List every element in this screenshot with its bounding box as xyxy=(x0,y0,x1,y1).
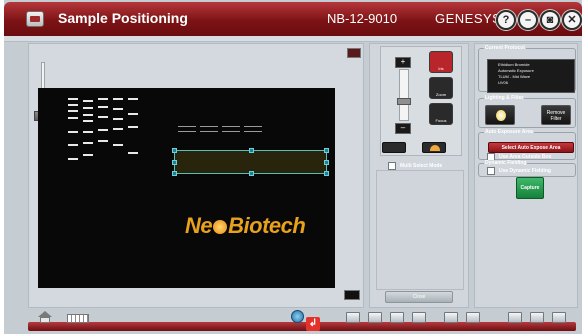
dynamic-fielding-title: Dynamic Fielding xyxy=(484,160,528,166)
help-button[interactable]: ? xyxy=(496,10,516,30)
exposure-group: Auto Exposure Area Select Auto Expose Ar… xyxy=(478,129,576,161)
edit-icon[interactable] xyxy=(444,312,458,323)
dynamic-fielding-group: Dynamic Fielding Use Dynamic Fielding xyxy=(478,160,576,177)
resize-handle[interactable] xyxy=(249,148,254,153)
light-bulb-icon xyxy=(496,110,506,121)
pen-icon[interactable] xyxy=(552,312,566,323)
app-logo-icon xyxy=(26,11,44,27)
exposure-title: Auto Exposure Area xyxy=(484,129,534,135)
preview-panel: Ne Biotech xyxy=(28,43,364,308)
resize-handle[interactable] xyxy=(324,148,329,153)
minimize-button[interactable]: – xyxy=(518,10,538,30)
capture-button[interactable]: Capture xyxy=(516,177,544,199)
resize-handle[interactable] xyxy=(249,171,254,176)
protocol-title: Current Protocol xyxy=(484,45,526,51)
globe-icon[interactable] xyxy=(291,310,304,323)
resize-handle[interactable] xyxy=(324,160,329,165)
camera-slider[interactable] xyxy=(397,69,411,121)
dynamic-fielding-label: Use Dynamic Fielding xyxy=(499,168,551,174)
document-icon[interactable] xyxy=(390,312,404,323)
home-icon[interactable] xyxy=(38,311,52,323)
close-window-button[interactable]: ✕ xyxy=(562,10,582,30)
iris-button[interactable]: Iris xyxy=(429,51,453,73)
export-arrow-icon[interactable]: ↲ xyxy=(306,317,320,331)
title-bar: Sample Positioning NB-12-9010 GENESYS ? … xyxy=(4,2,582,36)
leaf-icon xyxy=(213,220,228,234)
resize-handle[interactable] xyxy=(172,160,177,165)
settings-panel: Current Protocol Ethidium Bromide Automa… xyxy=(474,43,578,308)
fullscreen-button[interactable] xyxy=(344,290,360,300)
dynamic-fielding-option[interactable]: Use Dynamic Fielding xyxy=(487,167,551,175)
close-button[interactable]: Close xyxy=(385,291,453,303)
resize-handle[interactable] xyxy=(172,171,177,176)
protocol-list[interactable]: Ethidium Bromide Automatic Exposure TLUM… xyxy=(487,59,575,93)
report-icon[interactable] xyxy=(530,312,544,323)
selection-area-box[interactable] xyxy=(172,148,329,176)
gel-preview-image[interactable]: Ne Biotech xyxy=(38,88,335,288)
camera-controls: + – Iris Zoom Focus xyxy=(380,46,462,156)
brand-logo: GENESYS xyxy=(435,11,502,26)
gel-analysis-icon[interactable] xyxy=(508,312,522,323)
restore-button[interactable]: ◙ xyxy=(540,10,560,30)
gel-tray-icon[interactable] xyxy=(67,314,89,323)
focus-button[interactable]: Focus xyxy=(429,103,453,125)
slider-down-button[interactable]: – xyxy=(395,123,411,134)
camera-icon-button[interactable] xyxy=(382,142,406,153)
protocol-item: UV06 xyxy=(498,80,509,85)
remove-filter-button[interactable]: Remove Filter xyxy=(541,105,571,125)
slider-up-button[interactable]: + xyxy=(395,57,411,68)
zoom-button[interactable]: Zoom xyxy=(429,77,453,99)
light-toggle-button[interactable] xyxy=(485,105,515,125)
company-watermark-logo: Ne Biotech xyxy=(185,213,306,238)
instrument-model: NB-12-9010 xyxy=(327,11,398,26)
monitor-icon[interactable] xyxy=(346,312,360,323)
protocol-group: Current Protocol Ethidium Bromide Automa… xyxy=(478,45,576,93)
bottom-navigation-bar: ↲ xyxy=(4,310,582,334)
multi-select-label: Multi Select Mode xyxy=(400,163,443,169)
multi-select-row[interactable]: Multi Select Mode xyxy=(388,162,442,170)
lamp-icon-button[interactable] xyxy=(422,142,446,153)
folder-icon[interactable] xyxy=(412,312,426,323)
select-auto-expose-area-button[interactable]: Select Auto Expose Area xyxy=(488,142,574,153)
lighting-title: Lighting & Filter xyxy=(484,95,525,101)
dynamic-fielding-checkbox[interactable] xyxy=(487,167,495,175)
monitor-icon[interactable] xyxy=(368,312,382,323)
resize-handle[interactable] xyxy=(324,171,329,176)
bottom-strip xyxy=(28,322,576,331)
lighting-group: Lighting & Filter Remove Filter xyxy=(478,95,576,128)
resize-handle[interactable] xyxy=(172,148,177,153)
toolbar-strip xyxy=(4,36,582,42)
window-title: Sample Positioning xyxy=(58,10,188,26)
camera-tools-panel: + – Iris Zoom Focus Multi Select Mode Cl… xyxy=(369,43,469,308)
multi-select-list[interactable] xyxy=(376,170,464,290)
multi-select-checkbox[interactable] xyxy=(388,162,396,170)
analysis-icon[interactable] xyxy=(466,312,480,323)
preview-settings-button[interactable] xyxy=(347,48,361,58)
app-window: Sample Positioning NB-12-9010 GENESYS ? … xyxy=(4,0,582,334)
camera-slider-thumb[interactable] xyxy=(397,98,411,105)
